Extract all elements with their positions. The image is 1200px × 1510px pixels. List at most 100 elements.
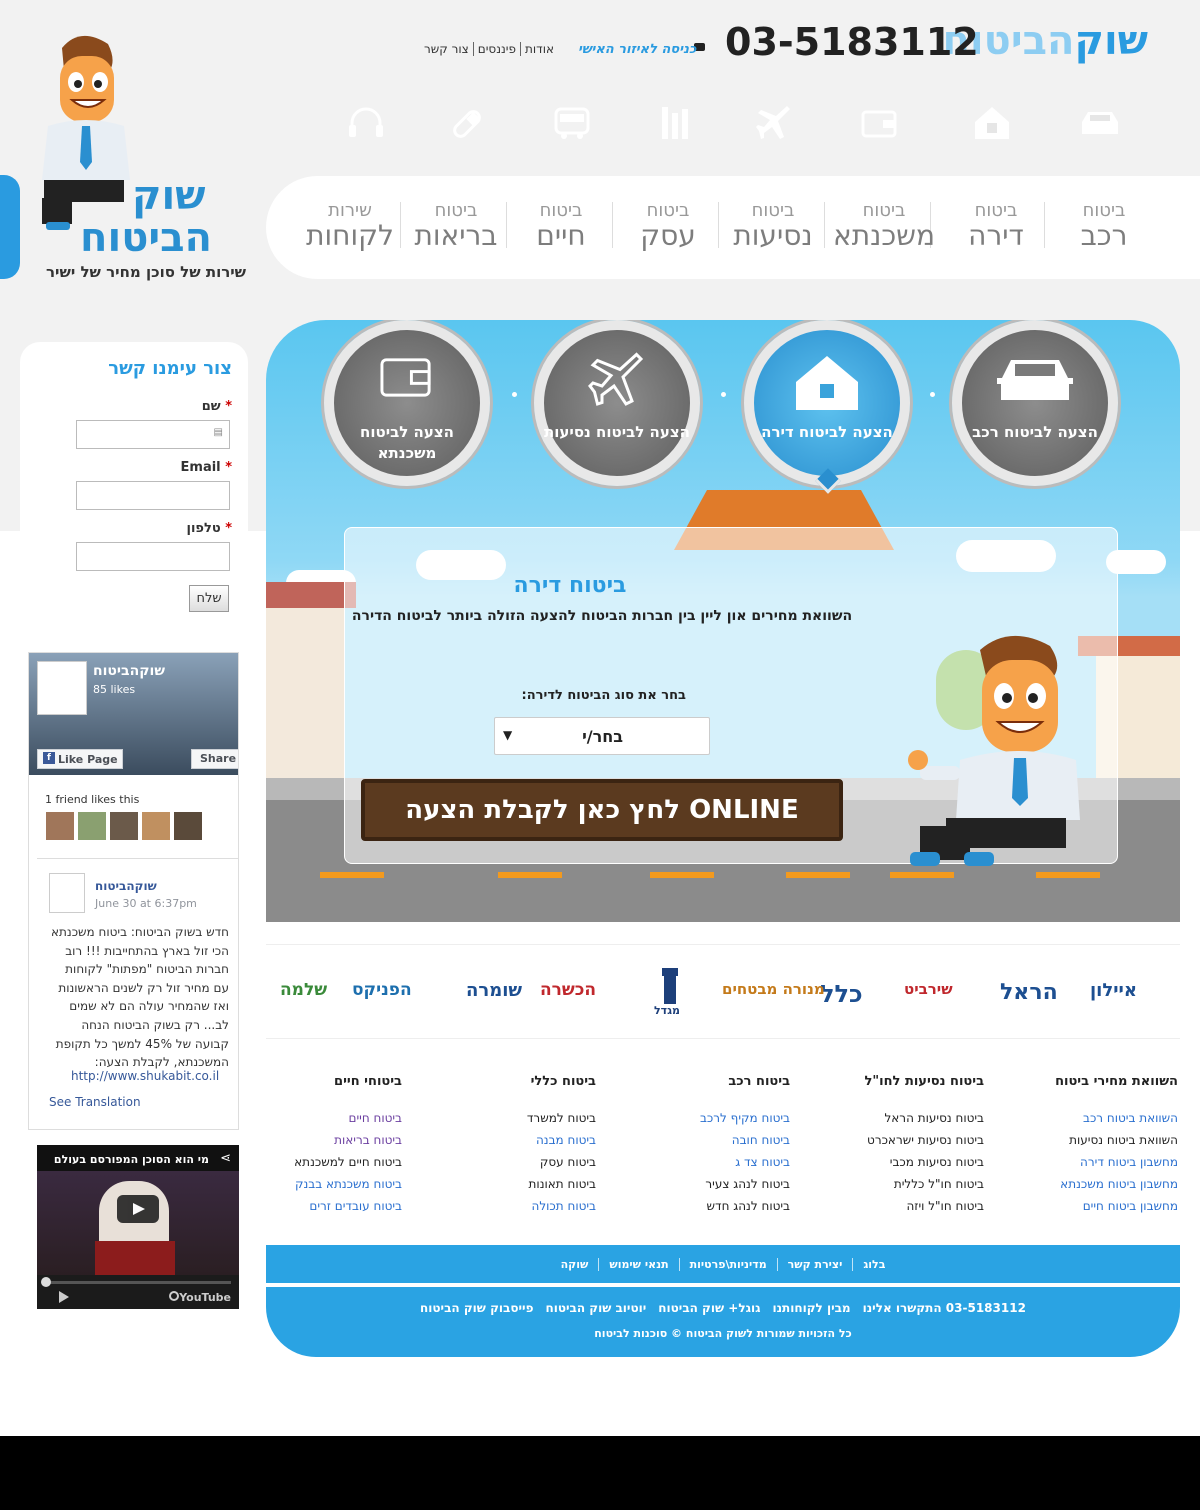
friend-avatar[interactable] <box>141 811 171 841</box>
partner-logo-clal[interactable]: כלל <box>820 980 863 1008</box>
nav-health-insurance[interactable]: ביטוח בריאות <box>414 202 498 250</box>
partner-logo-shomera[interactable]: שומרה <box>466 980 522 1001</box>
home-icon[interactable] <box>970 103 1014 143</box>
partner-logo-ayalon[interactable]: איילון <box>1090 980 1137 1001</box>
share-icon[interactable]: ⋖ <box>220 1151 231 1166</box>
footer-link-clients[interactable]: מבין לקוחותנו <box>766 1301 856 1315</box>
nav-mortgage-insurance[interactable]: ביטוח משכנתא <box>830 202 938 250</box>
partner-logo-migdal[interactable]: מגדל <box>654 1004 680 1017</box>
footer-link[interactable]: ביטוח לנהג צעיר <box>680 1173 790 1195</box>
car-icon[interactable] <box>1078 103 1122 143</box>
footer-link[interactable]: ביטוח נסיעות מכבי <box>840 1151 984 1173</box>
footer-link[interactable]: ביטוח מבנה <box>496 1129 596 1151</box>
circle-home-quote[interactable]: הצעה לביטוח דירה <box>744 320 910 486</box>
nav-home-insurance[interactable]: ביטוח דירה <box>956 202 1036 250</box>
partner-logo-shirbit[interactable]: שירביט <box>904 980 953 998</box>
partner-logo-menora[interactable]: מנורה מבטחים <box>722 980 825 998</box>
footer-link-facebook[interactable]: פייסבוק שוק הביטוח <box>414 1301 539 1315</box>
footer-link[interactable]: מחשבון ביטוח דירה <box>1030 1151 1178 1173</box>
footer-link-google-plus[interactable]: גוגל+ שוק הביטוח <box>652 1301 766 1315</box>
friend-avatar[interactable] <box>109 811 139 841</box>
partner-logo-phoenix[interactable]: הפניקס <box>352 980 412 1000</box>
see-translation-link[interactable]: See Translation <box>49 1095 141 1109</box>
phone-field[interactable] <box>76 542 230 571</box>
post-date[interactable]: June 30 at 6:37pm <box>95 897 197 910</box>
post-author[interactable]: שוקהביטוח <box>95 879 157 893</box>
tools-icon[interactable] <box>652 103 696 143</box>
name-field[interactable]: ▤ <box>76 420 230 449</box>
footer-link-shuka[interactable]: שוקה <box>551 1258 599 1271</box>
footer-link-call[interactable]: 03-5183112 התקשרו אלינו <box>857 1301 1032 1315</box>
plane-icon[interactable] <box>752 103 796 143</box>
footer-link[interactable]: מחשבון ביטוח משכנתא <box>1030 1173 1178 1195</box>
youtube-embed[interactable]: מי הוא הסוכן המפורסם בעולם ⋖ YouTube <box>37 1145 239 1309</box>
nav-travel-insurance[interactable]: ביטוח נסיעות <box>728 202 818 250</box>
friend-avatar[interactable] <box>173 811 203 841</box>
nav-car-insurance[interactable]: ביטוח רכב <box>1064 202 1144 250</box>
personal-area-link[interactable]: כניסה לאיזור האישי <box>578 42 696 57</box>
footer-link[interactable]: ביטוח עובדים זרים <box>270 1195 402 1217</box>
partner-logo-hachshara[interactable]: הכשרה <box>540 980 596 1000</box>
footer-link[interactable]: מחשבון ביטוח חיים <box>1030 1195 1178 1217</box>
footer-link[interactable]: ביטוח למשרד <box>496 1107 596 1129</box>
play-small-icon[interactable] <box>59 1291 69 1303</box>
facebook-share-button[interactable]: Share <box>191 749 238 769</box>
nav-customer-service[interactable]: שירות לקוחות <box>302 202 398 250</box>
partner-logo-shlomo[interactable]: שלמה <box>280 980 327 1000</box>
insurance-type-select[interactable]: ▼ בחר/י <box>494 717 710 755</box>
post-avatar[interactable] <box>49 873 85 913</box>
facebook-like-button[interactable]: f Like Page <box>37 749 123 769</box>
facebook-avatar[interactable] <box>37 661 87 715</box>
footer-link[interactable]: ביטוח חו"ל כללית <box>840 1173 984 1195</box>
friend-avatar[interactable] <box>45 811 75 841</box>
clock-icon[interactable] <box>169 1291 179 1301</box>
footer-link[interactable]: ביטוח חיים <box>270 1107 403 1129</box>
send-button[interactable]: שלח <box>189 585 229 612</box>
footer-link[interactable]: ביטוח לנהג חדש <box>680 1195 790 1217</box>
circle-travel-quote[interactable]: הצעה לביטוח נסיעות <box>534 320 700 486</box>
facebook-page-name[interactable]: שוקהביטוח <box>93 663 165 679</box>
footer-link-privacy[interactable]: מדיניות\פרטיות <box>678 1258 777 1271</box>
footer-link[interactable]: ביטוח תכולה <box>496 1195 597 1217</box>
site-logo[interactable]: שוק הביטוח שירות של סוכן מחיר של ישיר <box>20 30 250 290</box>
footer-link[interactable]: ביטוח חובה <box>680 1129 790 1151</box>
partner-logo-harel[interactable]: הראל <box>1000 980 1058 1005</box>
footer-link-blog[interactable]: בלוג <box>852 1258 896 1271</box>
footer-link[interactable]: ביטוח בריאות <box>270 1129 402 1151</box>
wallet-icon[interactable] <box>858 103 902 143</box>
nav-life-insurance[interactable]: ביטוח חיים <box>522 202 600 250</box>
footer-link-youtube[interactable]: יוטיוב שוק הביטוח <box>539 1301 652 1315</box>
youtube-logo[interactable]: YouTube <box>179 1291 231 1304</box>
email-field[interactable] <box>76 481 230 510</box>
footer-link[interactable]: ביטוח תאונות <box>496 1173 596 1195</box>
footer-link[interactable]: ביטוח נסיעות הראל <box>840 1107 984 1129</box>
top-link-finance[interactable]: פיננסים <box>472 42 520 56</box>
friend-avatar[interactable] <box>77 811 107 841</box>
footer-link[interactable]: ביטוח עסק <box>496 1151 596 1173</box>
footer-link-terms[interactable]: תנאי שימוש <box>598 1258 679 1271</box>
side-tab[interactable] <box>0 175 20 279</box>
footer-link-contact[interactable]: יצירת קשר <box>776 1258 853 1271</box>
circle-mortgage-quote[interactable]: הצעה לביטוח משכנתא <box>324 320 490 486</box>
scrubber-handle[interactable] <box>41 1277 51 1287</box>
post-link[interactable]: http://www.shukabit.co.il <box>71 1069 219 1083</box>
headset-icon[interactable] <box>344 103 388 143</box>
video-title[interactable]: מי הוא הסוכן המפורסם בעולם <box>54 1153 209 1166</box>
play-icon[interactable] <box>117 1195 159 1223</box>
circle-car-quote[interactable]: הצעה לביטוח רכב <box>952 320 1118 486</box>
footer-link[interactable]: ביטוח חיים למשכנתא <box>270 1151 402 1173</box>
header-phone[interactable]: 03-5183112 <box>725 20 979 64</box>
footer-link[interactable]: ביטוח צד ג <box>680 1151 790 1173</box>
top-link-contact[interactable]: צור קשר <box>420 42 473 56</box>
footer-link[interactable]: ביטוח נסיעות ישראכרט <box>840 1129 984 1151</box>
footer-link[interactable]: ביטוח חו"ל ויזה <box>840 1195 984 1217</box>
top-link-about[interactable]: אודות <box>520 42 558 56</box>
get-quote-button[interactable]: לחץ כאן לקבלת הצעה ONLINE <box>361 779 843 841</box>
bus-icon[interactable] <box>550 103 594 143</box>
footer-link[interactable]: השוואת ביטוח רכב <box>1030 1107 1178 1129</box>
footer-link[interactable]: השוואת ביטוח נסיעות <box>1030 1129 1178 1151</box>
health-icon[interactable] <box>446 103 490 143</box>
footer-link[interactable]: ביטוח משכנתא בבנק <box>270 1173 402 1195</box>
nav-business-insurance[interactable]: ביטוח עסק <box>630 202 706 250</box>
footer-link[interactable]: ביטוח מקיף לרכב <box>680 1107 790 1129</box>
